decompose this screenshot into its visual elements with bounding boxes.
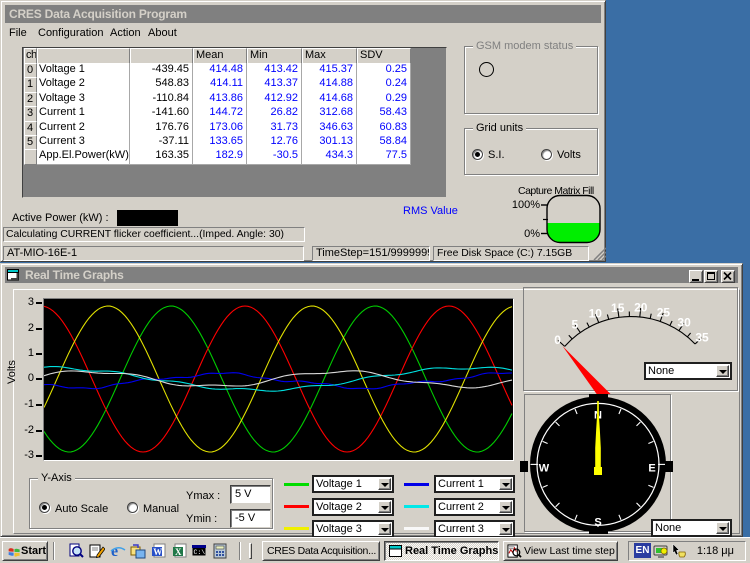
svg-text:5: 5	[572, 318, 579, 332]
svg-text:35: 35	[695, 330, 709, 344]
svg-text:E: E	[648, 463, 655, 475]
svg-text:X: X	[175, 547, 182, 557]
svg-text:W: W	[153, 547, 162, 557]
svg-text:0: 0	[554, 333, 561, 347]
svg-text:C:\: C:\	[194, 549, 206, 556]
svg-text:25: 25	[657, 306, 671, 320]
svg-text:10: 10	[589, 307, 603, 321]
svg-text:W: W	[539, 463, 550, 475]
svg-text:20: 20	[634, 301, 648, 315]
svg-text:30: 30	[677, 316, 691, 330]
svg-text:15: 15	[611, 301, 625, 315]
